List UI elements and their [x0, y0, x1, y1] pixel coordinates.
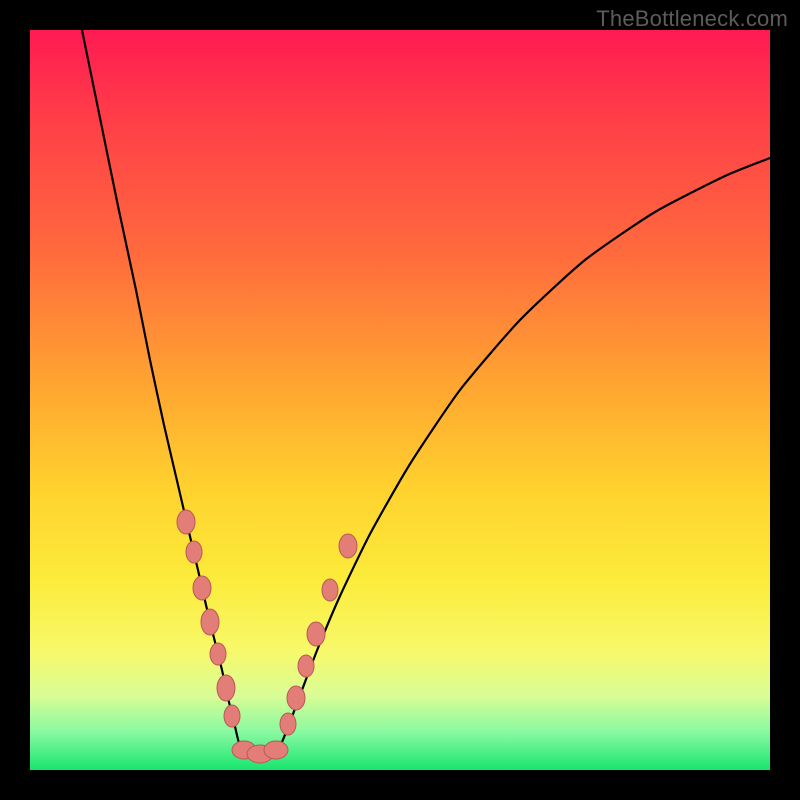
- bead-marker: [307, 622, 325, 646]
- bottleneck-curve: [82, 30, 770, 754]
- bead-marker: [280, 713, 296, 735]
- bead-marker: [177, 510, 195, 534]
- bead-marker: [193, 576, 211, 600]
- bead-marker: [322, 579, 338, 601]
- plot-area: [30, 30, 770, 770]
- bead-marker: [298, 655, 314, 677]
- bead-marker: [287, 686, 305, 710]
- bead-marker: [210, 643, 226, 665]
- watermark-text: TheBottleneck.com: [596, 6, 788, 32]
- bead-marker: [224, 705, 240, 727]
- curve-layer: [30, 30, 770, 770]
- bead-markers: [177, 510, 357, 763]
- bead-marker: [264, 741, 288, 759]
- outer-frame: TheBottleneck.com: [0, 0, 800, 800]
- bead-marker: [339, 534, 357, 558]
- bead-marker: [201, 609, 219, 635]
- bead-marker: [186, 541, 202, 563]
- bead-marker: [217, 675, 235, 701]
